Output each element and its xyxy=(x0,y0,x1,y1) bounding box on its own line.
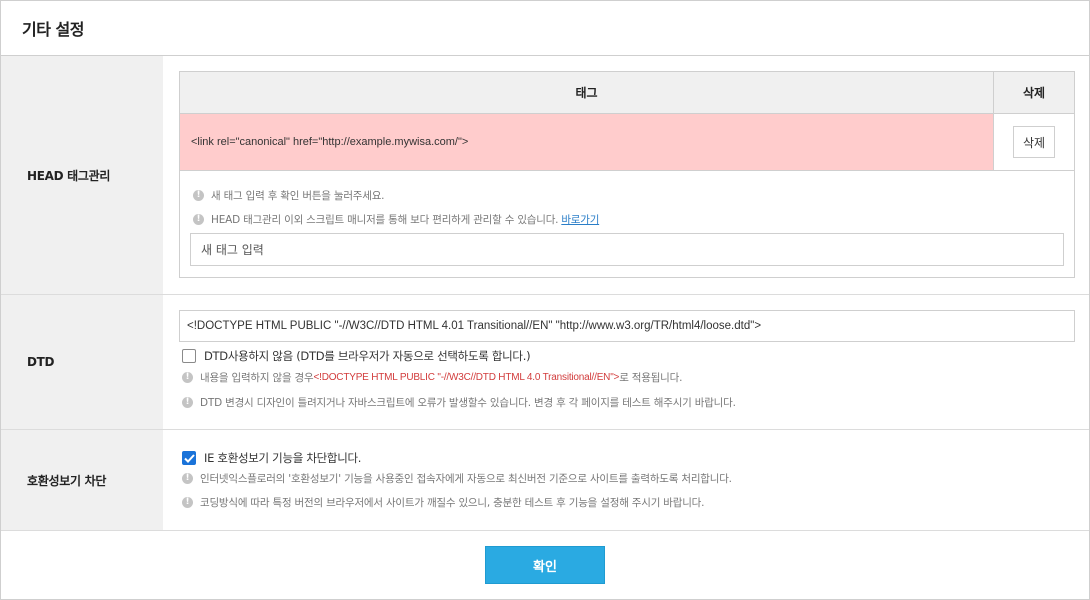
dtd-input[interactable]: <!DOCTYPE HTML PUBLIC "-//W3C//DTD HTML … xyxy=(179,310,1075,342)
info-circle-icon: ! xyxy=(182,473,193,484)
title-bar: 기타 설정 xyxy=(1,1,1089,56)
dtd-label: DTD xyxy=(1,295,163,429)
new-tag-input[interactable]: 새 태그 입력 xyxy=(190,233,1064,266)
column-header-tag: 태그 xyxy=(180,72,994,113)
confirm-button[interactable]: 확인 xyxy=(485,546,605,584)
tag-table-header: 태그 삭제 xyxy=(180,72,1074,114)
dtd-note-1-suffix: 로 적용됩니다. xyxy=(619,372,683,384)
shortcut-link[interactable]: 바로가기 xyxy=(561,212,599,227)
settings-panel: 기타 설정 HEAD 태그관리 태그 삭제 <link rel="canonic… xyxy=(0,0,1090,600)
footer: 확인 xyxy=(1,531,1089,599)
compat-note-1-text: 인터넷익스플로러의 '호환성보기' 기능을 사용중인 접속자에게 자동으로 최신… xyxy=(200,473,732,485)
dtd-note-2: ! DTD 변경시 디자인이 틀려지거나 자바스크립트에 오류가 발생할수 있습… xyxy=(182,395,736,410)
page-title: 기타 설정 xyxy=(22,20,84,39)
delete-cell: 삭제 xyxy=(994,114,1074,170)
dtd-note-1: ! 내용을 입력하지 않을 경우 <!DOCTYPE HTML PUBLIC "… xyxy=(182,370,682,385)
column-header-delete: 삭제 xyxy=(1022,86,1046,100)
info-circle-icon: ! xyxy=(193,190,204,201)
compat-note-2: ! 코딩방식에 따라 특정 버전의 브라우저에서 사이트가 깨질수 있으니, 충… xyxy=(182,495,704,510)
dtd-note-1-prefix: 내용을 입력하지 않을 경우 xyxy=(200,372,314,384)
info-circle-icon: ! xyxy=(182,497,193,508)
info-circle-icon: ! xyxy=(193,214,204,225)
compat-block-checkbox[interactable] xyxy=(182,451,196,465)
dtd-disable-checkbox[interactable] xyxy=(182,349,196,363)
tag-cell: <link rel="canonical" href="http://examp… xyxy=(180,114,994,170)
head-tag-label: HEAD 태그관리 xyxy=(1,56,163,294)
dtd-body: <!DOCTYPE HTML PUBLIC "-//W3C//DTD HTML … xyxy=(163,295,1089,429)
head-tag-body: 태그 삭제 <link rel="canonical" href="http:/… xyxy=(163,56,1089,294)
dtd-default-code: <!DOCTYPE HTML PUBLIC "-//W3C//DTD HTML … xyxy=(313,372,620,383)
tag-table: 태그 삭제 <link rel="canonical" href="http:/… xyxy=(179,71,1075,278)
compat-block-option[interactable]: IE 호환성보기 기능을 차단합니다. xyxy=(182,450,361,466)
delete-button[interactable]: 삭제 xyxy=(1013,126,1055,158)
compat-block-label: IE 호환성보기 기능을 차단합니다. xyxy=(204,451,362,465)
head-note-2: ! HEAD 태그관리 이외 스크립트 매니저를 통해 보다 편리하게 관리할 … xyxy=(193,212,599,227)
info-circle-icon: ! xyxy=(182,372,193,383)
compat-label: 호환성보기 차단 xyxy=(1,430,163,530)
dtd-disable-option[interactable]: DTD사용하지 않음 (DTD를 브라우저가 자동으로 선택하도록 합니다.) xyxy=(182,348,531,364)
compat-note-1: ! 인터넷익스플로러의 '호환성보기' 기능을 사용중인 접속자에게 자동으로 … xyxy=(182,471,732,486)
head-note-1-text: 새 태그 입력 후 확인 버튼을 눌러주세요. xyxy=(211,190,385,202)
info-circle-icon: ! xyxy=(182,397,193,408)
checkmark-icon xyxy=(183,453,195,463)
table-row: <link rel="canonical" href="http://examp… xyxy=(180,114,1074,171)
dtd-section: DTD <!DOCTYPE HTML PUBLIC "-//W3C//DTD H… xyxy=(1,295,1089,430)
head-note-2-text: HEAD 태그관리 이외 스크립트 매니저를 통해 보다 편리하게 관리할 수 … xyxy=(211,214,559,226)
head-note-1: ! 새 태그 입력 후 확인 버튼을 눌러주세요. xyxy=(193,188,385,203)
compat-note-2-text: 코딩방식에 따라 특정 버전의 브라우저에서 사이트가 깨질수 있으니, 충분한… xyxy=(200,497,705,509)
compat-section: 호환성보기 차단 IE 호환성보기 기능을 차단합니다. ! 인터넷익스플로러의… xyxy=(1,430,1089,531)
dtd-disable-label: DTD사용하지 않음 (DTD를 브라우저가 자동으로 선택하도록 합니다.) xyxy=(204,349,531,363)
dtd-note-2-text: DTD 변경시 디자인이 틀려지거나 자바스크립트에 오류가 발생할수 있습니다… xyxy=(200,397,736,409)
head-tag-section: HEAD 태그관리 태그 삭제 <link rel="canonical" hr… xyxy=(1,56,1089,295)
compat-body: IE 호환성보기 기능을 차단합니다. ! 인터넷익스플로러의 '호환성보기' … xyxy=(163,430,1089,530)
